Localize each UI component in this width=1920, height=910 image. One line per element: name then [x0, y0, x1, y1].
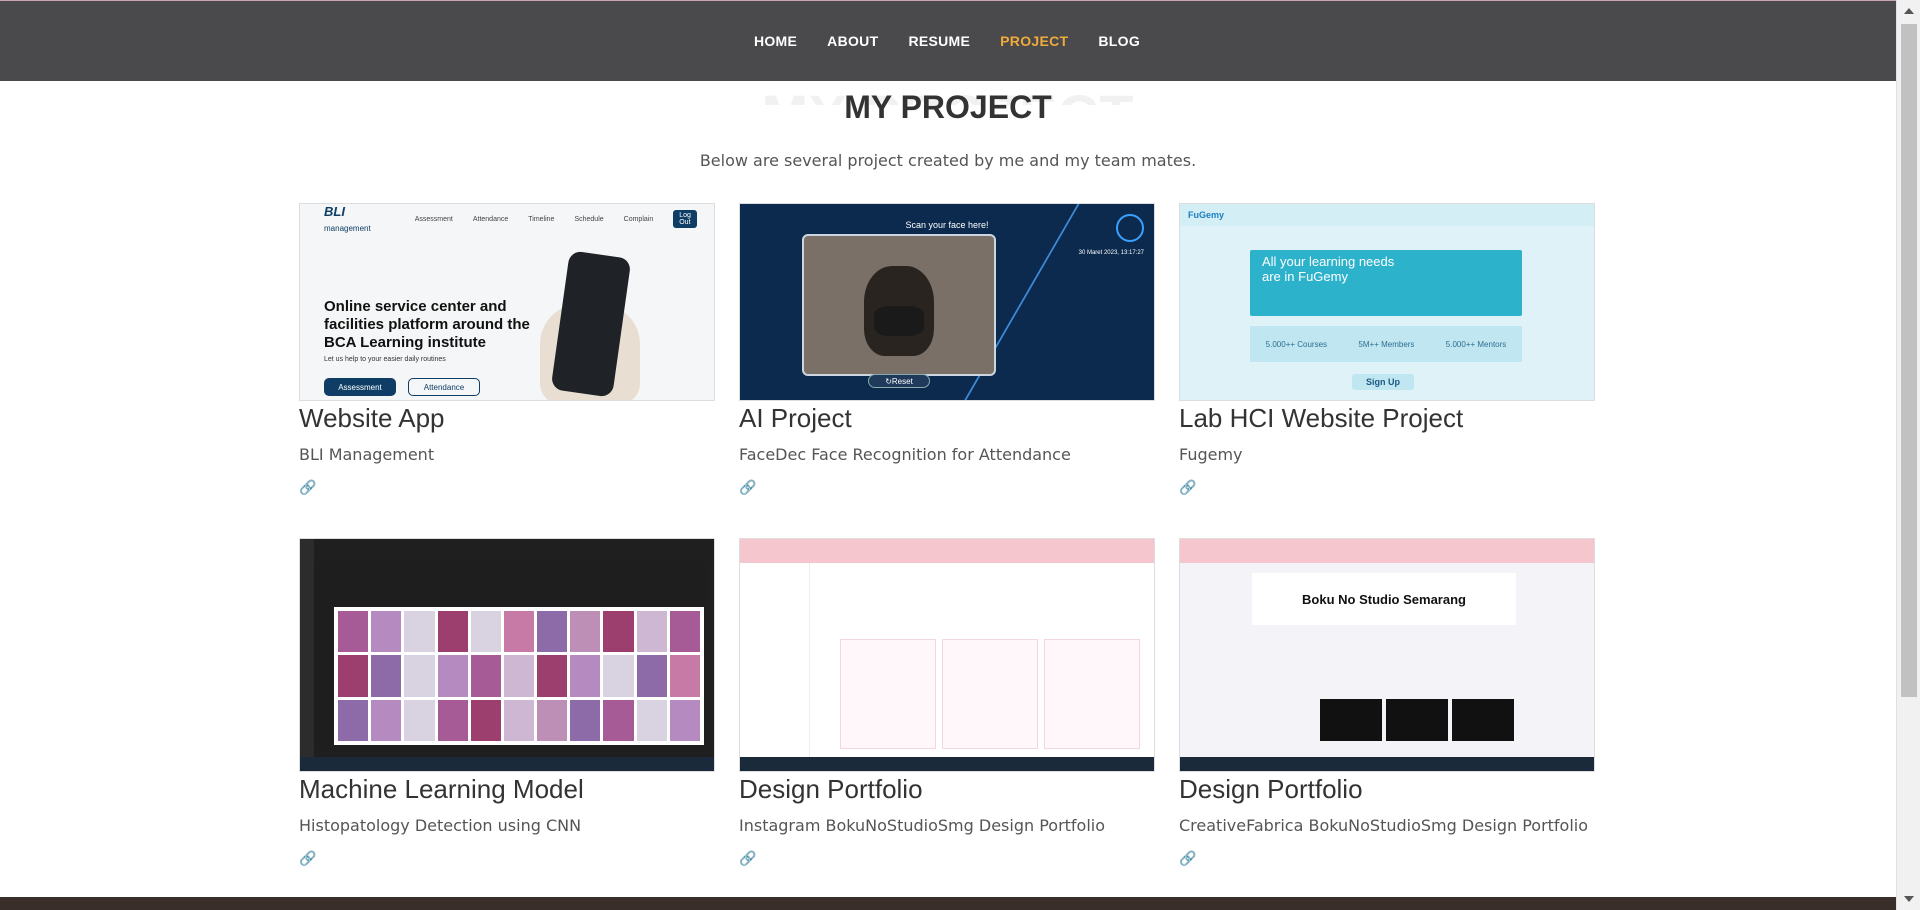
nav-blog[interactable]: BLOG [1083, 33, 1155, 49]
project-title: AI Project [739, 403, 852, 433]
fugemy-stat: 5.000++ Mentors [1445, 339, 1507, 349]
nav-home[interactable]: HOME [739, 33, 812, 49]
bli-nav: BLI management Assessment Attendance Tim… [324, 204, 697, 233]
bli-nav-item: Schedule [574, 215, 604, 223]
project-subtitle: FaceDec Face Recognition for Attendance [739, 445, 1071, 464]
nav-about[interactable]: ABOUT [812, 33, 893, 49]
project-subtitle: CreativeFabrica BokuNoStudioSmg Design P… [1179, 816, 1589, 835]
project-card: Scan your face here! ↻ Reset 30 Maret 20… [739, 203, 1155, 538]
post-tile [1044, 639, 1140, 749]
product-thumbs [1320, 699, 1514, 741]
fugemy-stat: 5M++ Members [1358, 339, 1415, 349]
bli-logout: Log Out [673, 210, 697, 228]
project-card: FuGemy All your learning needs are in FuG… [1179, 203, 1595, 538]
project-card: Boku No Studio Semarang Design Portfolio… [1179, 538, 1595, 873]
project-subtitle: BLI Management [299, 445, 435, 464]
link-icon[interactable]: 🔗 [739, 480, 1155, 496]
link-icon[interactable]: 🔗 [299, 851, 715, 867]
scrollbar[interactable] [1896, 0, 1920, 910]
bli-nav-item: Assessment [414, 215, 453, 223]
project-thumbnail[interactable]: BLI management Assessment Attendance Tim… [299, 203, 715, 401]
project-title: Machine Learning Model [299, 774, 584, 804]
project-thumbnail[interactable]: Scan your face here! ↻ Reset 30 Maret 20… [739, 203, 1155, 401]
bli-screenshot: BLI management Assessment Attendance Tim… [300, 204, 714, 400]
section-title: MY PROJECT [844, 89, 1052, 125]
fugemy-screenshot: FuGemy All your learning needs are in FuG… [1180, 204, 1594, 400]
project-card: Design Portfolio Instagram BokuNoStudioS… [739, 538, 1155, 873]
facedec-reset: ↻ Reset [868, 374, 930, 388]
project-section: MY PROJECT MY PROJECT Below are several … [0, 81, 1896, 896]
windows-taskbar [1180, 757, 1594, 771]
bli-tagline: Let us help to your easier daily routine… [324, 356, 446, 363]
link-icon[interactable]: 🔗 [299, 480, 715, 496]
fugemy-stats: 5.000++ Courses 5M++ Members 5.000++ Men… [1250, 326, 1522, 362]
project-thumbnail[interactable] [739, 538, 1155, 772]
scroll-down-icon[interactable] [1904, 896, 1914, 902]
link-icon[interactable]: 🔗 [1179, 851, 1595, 867]
project-thumbnail[interactable]: FuGemy All your learning needs are in FuG… [1179, 203, 1595, 401]
project-title: Website App [299, 403, 445, 433]
facedec-scan-label: Scan your face here! [905, 220, 989, 230]
instagram-sidebar [740, 563, 810, 757]
browser-chrome [740, 539, 1154, 563]
bli-logo: BLI management [324, 204, 371, 233]
camera-preview [802, 234, 996, 376]
bli-nav-item: Attendance [472, 215, 509, 223]
nav-project[interactable]: PROJECT [985, 33, 1083, 49]
section-subtitle: Below are several project created by me … [699, 151, 1197, 170]
link-icon[interactable]: 🔗 [739, 851, 1155, 867]
project-grid: BLI management Assessment Attendance Tim… [299, 203, 1597, 873]
project-card: Machine Learning Model Histopatology Det… [299, 538, 715, 873]
fugemy-headline: All your learning needs are in FuGemy [1262, 254, 1395, 284]
bli-headline: Online service center and facilities pla… [324, 298, 530, 351]
post-tile [840, 639, 936, 749]
project-thumbnail[interactable]: Boku No Studio Semarang [1179, 538, 1595, 772]
nav-menu: HOME ABOUT RESUME PROJECT BLOG [739, 33, 1155, 49]
project-subtitle: Fugemy [1179, 445, 1243, 464]
instagram-posts [840, 639, 1140, 749]
ml-screenshot [300, 539, 714, 771]
footer-strip [0, 897, 1896, 910]
nav-resume[interactable]: RESUME [893, 33, 985, 49]
browser-chrome [1180, 539, 1594, 563]
project-card: BLI management Assessment Attendance Tim… [299, 203, 715, 538]
vscode-sidebar [300, 539, 314, 771]
scroll-thumb[interactable] [1901, 24, 1917, 697]
mask-image [874, 306, 924, 336]
project-thumbnail[interactable] [299, 538, 715, 772]
creativefabrica-screenshot: Boku No Studio Semarang [1180, 539, 1594, 771]
fugemy-logo: FuGemy [1188, 210, 1225, 220]
fugemy-signup: Sign Up [1352, 374, 1414, 390]
histology-grid [334, 607, 704, 745]
project-title: Design Portfolio [1179, 774, 1363, 804]
project-title: Design Portfolio [739, 774, 923, 804]
project-subtitle: Instagram BokuNoStudioSmg Design Portfol… [739, 816, 1106, 835]
bli-nav-item: Timeline [528, 215, 555, 223]
scroll-up-icon[interactable] [1904, 8, 1914, 14]
facedec-date: 30 Maret 2023, 13:17:27 [1078, 250, 1144, 256]
project-subtitle: Histopatology Detection using CNN [299, 816, 582, 835]
bli-nav-item: Complain [623, 215, 654, 223]
windows-taskbar [740, 757, 1154, 771]
project-title: Lab HCI Website Project [1179, 403, 1464, 433]
fugemy-stat: 5.000++ Courses [1265, 339, 1328, 349]
bli-attendance-btn: Attendance [408, 378, 480, 396]
facedec-logo-icon [1116, 214, 1144, 242]
link-icon[interactable]: 🔗 [1179, 480, 1595, 496]
fugemy-navbar [1180, 204, 1594, 226]
windows-taskbar [300, 757, 714, 771]
post-tile [942, 639, 1038, 749]
studio-banner: Boku No Studio Semarang [1252, 573, 1516, 625]
facedec-screenshot: Scan your face here! ↻ Reset 30 Maret 20… [740, 204, 1154, 400]
instagram-screenshot [740, 539, 1154, 771]
bli-assessment-btn: Assessment [324, 378, 396, 396]
navbar: HOME ABOUT RESUME PROJECT BLOG [0, 1, 1896, 81]
